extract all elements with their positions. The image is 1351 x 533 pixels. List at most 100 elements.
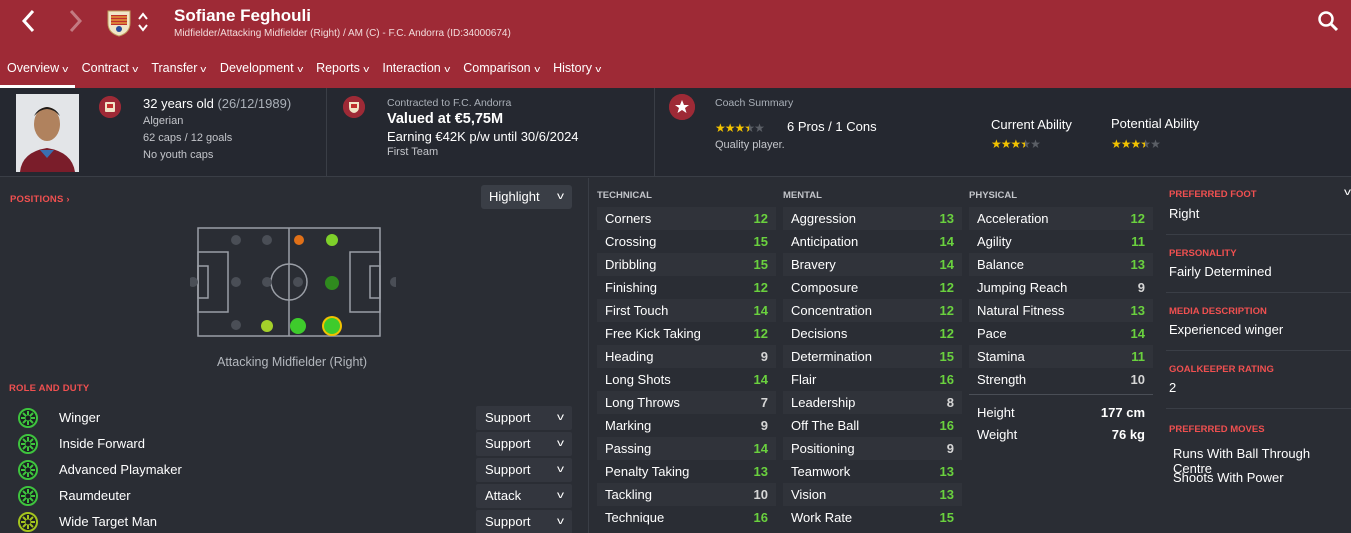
attribute-value: 13 [939,487,954,502]
attribute-name: Tackling [605,487,652,502]
divider [588,178,589,533]
star-icon: ★ [1000,137,1012,151]
attribute-row: Off The Ball 16 [783,414,962,437]
role-row[interactable]: Wide Target Man Support v [0,509,575,533]
attribute-name: Vision [791,487,827,502]
preferred-foot-value: Right [1169,206,1200,221]
duty-dropdown[interactable]: Support v [476,406,572,430]
star-icon: ★ [1030,137,1041,151]
tab-interaction[interactable]: Interaction v [375,58,456,88]
tab-transfer[interactable]: Transfer v [144,58,213,88]
attribute-value: 12 [753,280,768,295]
star-icon: ★ [744,121,755,135]
attribute-name: Acceleration [977,211,1049,226]
chevron-down-icon: v [557,464,564,475]
attribute-name: Work Rate [791,510,853,525]
attribute-name: Concentration [791,303,872,318]
role-row[interactable]: Inside Forward Support v [0,431,575,457]
attribute-name: Free Kick Taking [605,326,701,341]
player-age: 32 years old (26/12/1989) [143,96,291,111]
position-pitch [188,222,400,345]
chevron-down-icon: v [200,64,207,74]
attribute-value: 9 [1137,280,1145,295]
chevron-down-icon: v [363,64,370,74]
attribute-row: Balance 13 [969,253,1153,276]
attribute-value: 14 [753,372,768,387]
mental-heading: MENTAL [783,190,822,201]
tab-contract[interactable]: Contract v [75,58,145,88]
attribute-row: Technique 16 [597,506,776,529]
attribute-row: Anticipation 14 [783,230,962,253]
goalkeeper-rating-label: GOALKEEPER RATING [1169,364,1274,375]
role-row[interactable]: Advanced Playmaker Support v [0,457,575,483]
pros-cons[interactable]: 6 Pros / 1 Cons [787,119,877,134]
attribute-value: 13 [1130,303,1145,318]
forward-button[interactable] [68,8,84,40]
attribute-value: 7 [760,395,768,410]
squad-status: First Team [387,146,439,158]
attribute-row: Jumping Reach 9 [969,276,1153,299]
nationality: Algerian [143,115,184,127]
attribute-name: Passing [605,441,652,456]
club-crest-icon [106,9,132,37]
position-dot [290,318,306,334]
tab-reports[interactable]: Reports v [309,58,375,88]
tab-bar: Overview v Contract v Transfer v Development v R… [0,58,608,88]
preferred-foot-label: PREFERRED FOOT [1169,189,1257,200]
duty-dropdown[interactable]: Support v [476,432,572,456]
coach-star-icon [669,94,695,120]
attribute-name: Agility [977,234,1012,249]
attribute-row: Tackling 10 [597,483,776,506]
attribute-value: 14 [753,303,768,318]
personality-value: Fairly Determined [1169,264,1272,279]
attribute-name: Decisions [791,326,848,341]
player-side-panel: PREFERRED FOOT v Right PERSONALITY Fairl… [1158,178,1351,533]
star-icon: ★ [1111,137,1122,151]
attribute-value: 13 [939,211,954,226]
attribute-row: Marking 9 [597,414,776,437]
attribute-name: Positioning [791,441,855,456]
tab-history[interactable]: History v [546,58,607,88]
next-player-button[interactable] [137,24,149,35]
duty-dropdown[interactable]: Support v [476,510,572,533]
duty-dropdown[interactable]: Support v [476,458,572,482]
role-suitability-icon [18,408,38,428]
attribute-value: 13 [753,464,768,479]
attribute-value: 14 [939,257,954,272]
chevron-down-icon[interactable]: v [1344,187,1351,198]
positions-link[interactable]: POSITIONS › [10,194,70,205]
back-button[interactable] [20,8,36,40]
nationality-flag-icon [99,96,121,118]
position-dot [261,320,273,332]
divider [1166,408,1351,409]
search-button[interactable] [1317,10,1339,32]
current-ability-label: Current Ability [991,117,1072,132]
tab-development[interactable]: Development v [213,58,309,88]
chevron-left-icon [21,9,35,33]
highlight-dropdown[interactable]: Highlight v [481,185,572,209]
role-suitability-icon [18,460,38,480]
attribute-row: Strength 10 [969,368,1153,391]
tab-comparison[interactable]: Comparison v [456,58,546,88]
role-row[interactable]: Winger Support v [0,405,575,431]
star-icon: ★ [1140,137,1151,151]
attribute-row: Long Throws 7 [597,391,776,414]
role-row[interactable]: Raumdeuter Attack v [0,483,575,509]
chevron-down-icon: v [62,64,69,74]
attribute-name: Flair [791,372,817,387]
technical-heading: TECHNICAL [597,190,652,201]
divider [326,88,327,176]
duty-dropdown[interactable]: Attack v [476,484,572,508]
previous-player-button[interactable] [137,12,149,23]
attribute-value: 14 [753,441,768,456]
duty-value: Support [485,436,531,451]
attribute-value: 10 [753,487,768,502]
divider [1166,234,1351,235]
tab-overview[interactable]: Overview v [0,58,75,88]
club-badge-icon [343,96,365,118]
potential-ability-stars: ★★★★★ [1111,135,1161,153]
position-dot [326,234,338,246]
media-description-value: Experienced winger [1169,322,1284,337]
coach-summary-title: Coach Summary [715,97,794,109]
attribute-name: Aggression [791,211,857,226]
